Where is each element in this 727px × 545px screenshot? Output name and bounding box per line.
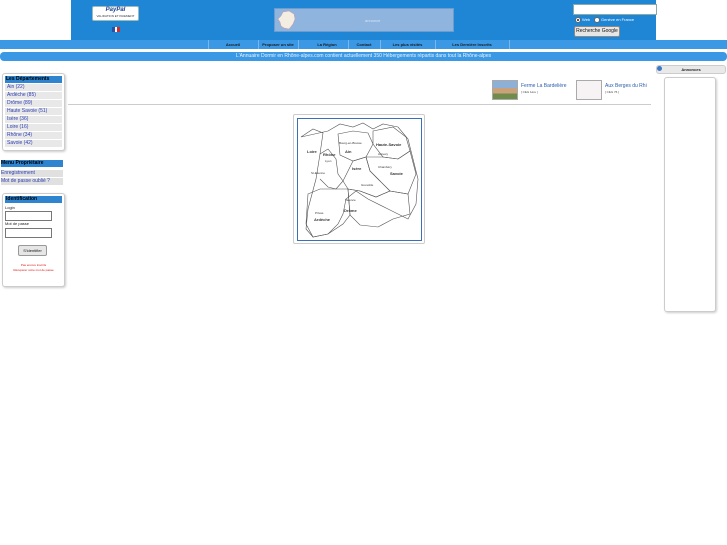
- nav-accueil[interactable]: Accueil: [208, 40, 258, 49]
- map-label-isere[interactable]: Isère: [352, 166, 361, 171]
- border-ain: [337, 130, 374, 162]
- dept-isere[interactable]: Isère (36): [5, 116, 62, 123]
- map-label-rhone[interactable]: Rhône: [323, 152, 335, 157]
- departements-title: Les Départements: [5, 76, 62, 83]
- login-input[interactable]: [5, 211, 52, 221]
- dept-drome[interactable]: Drôme (89): [5, 100, 62, 107]
- info-bar: L'Annuaire Dormir en Rhône-alpes.com con…: [0, 52, 727, 61]
- header-banner[interactable]: annonce: [274, 8, 454, 32]
- login-box: Identification Login Mot de passe S'iden…: [2, 193, 65, 287]
- listing-thumbnail[interactable]: [492, 80, 518, 100]
- radio-site[interactable]: [594, 17, 600, 23]
- map-city-bourg: Bourg-en-Bresse: [339, 141, 362, 145]
- map-label-haute-savoie[interactable]: Haute-Savoie: [376, 142, 401, 147]
- ads-bullet-icon: [657, 66, 662, 71]
- region-map-frame: Loire Rhône Ain Haute-Savoie Isère Savoi…: [293, 114, 425, 244]
- login-label: Login: [5, 205, 15, 210]
- main-nav: Accueil Proposer un site La Région Conta…: [0, 40, 727, 49]
- french-flag-icon[interactable]: [112, 27, 120, 32]
- ads-box: [664, 77, 716, 312]
- border-isere: [342, 156, 391, 198]
- map-label-loire[interactable]: Loire: [307, 149, 317, 154]
- menu-mot-de-passe[interactable]: Mot de passe oublié ?: [1, 178, 63, 185]
- region-map[interactable]: Loire Rhône Ain Haute-Savoie Isère Savoi…: [297, 118, 422, 241]
- nav-separator: [509, 40, 510, 49]
- listing-title[interactable]: Ferme La Bardelière: [521, 83, 567, 89]
- listing-clicks: [ Click 76 ]: [605, 90, 620, 94]
- map-label-savoie[interactable]: Savoie: [390, 171, 403, 176]
- map-label-drome[interactable]: Drôme: [344, 208, 357, 213]
- border-drome: [347, 188, 411, 228]
- dept-ardeche[interactable]: Ardèche (85): [5, 92, 62, 99]
- map-city-privas: Privas: [315, 211, 324, 215]
- map-city-annecy: Annecy: [378, 152, 389, 156]
- map-label-ardeche[interactable]: Ardèche: [314, 217, 330, 222]
- radio-web[interactable]: [575, 17, 581, 23]
- recover-password-link[interactable]: Récupérer votre mot de passe: [3, 268, 64, 272]
- radio-site-label: Genève en France: [601, 17, 635, 22]
- dept-rhone[interactable]: Rhône (34): [5, 132, 62, 139]
- map-city-grenoble: Grenoble: [361, 183, 374, 187]
- menu-enregistrement[interactable]: Enregistrement: [1, 170, 63, 177]
- listing-title[interactable]: Aux Berges du Rhi: [605, 83, 647, 89]
- map-city-valence: Valence: [345, 198, 356, 202]
- map-city-st-etienne: St-Etienne: [311, 171, 326, 175]
- paypal-subtitle: VALIDATION ET PAIEMENT: [96, 14, 135, 18]
- password-input[interactable]: [5, 228, 52, 238]
- listing-clicks: [ Click 1ère ]: [521, 90, 538, 94]
- info-bar-text: L'Annuaire Dormir en Rhône-alpes.com con…: [235, 53, 492, 59]
- login-button[interactable]: S'identifier: [18, 245, 47, 256]
- dept-loire[interactable]: Loire (16): [5, 124, 62, 131]
- login-title: Identification: [5, 196, 62, 203]
- google-search-input[interactable]: [573, 4, 657, 15]
- menu-proprietaire-title: Menu Propriétaire: [1, 160, 63, 167]
- departements-box: Les Départements Ain (22) Ardèche (85) D…: [2, 73, 65, 151]
- map-city-lyon: Lyon: [325, 159, 332, 163]
- dept-ain[interactable]: Ain (22): [5, 84, 62, 91]
- nav-derniers[interactable]: Les Dernière Inscrits: [435, 40, 509, 49]
- register-link[interactable]: Pas encore inscrits: [3, 263, 64, 267]
- paypal-button[interactable]: PayPal VALIDATION ET PAIEMENT: [92, 6, 139, 21]
- radio-web-label: Web: [582, 17, 591, 22]
- listing-divider: [68, 104, 651, 105]
- map-label-ain[interactable]: Ain: [345, 149, 351, 154]
- google-search-button[interactable]: Recherche Google: [574, 26, 620, 37]
- paypal-logo: PayPal: [105, 7, 126, 13]
- dept-haute-savoie[interactable]: Haute Savoie (51): [5, 108, 62, 115]
- france-map-icon: [277, 10, 296, 30]
- banner-text: annonce: [365, 18, 381, 23]
- header: PayPal VALIDATION ET PAIEMENT annonce We…: [71, 0, 657, 40]
- nav-proposer[interactable]: Proposer un site: [258, 40, 298, 49]
- password-label: Mot de passe: [5, 221, 30, 226]
- nav-plus-visites[interactable]: Les plus visités: [380, 40, 435, 49]
- ads-title: Annonces: [656, 65, 726, 74]
- listing-thumbnail[interactable]: [576, 80, 602, 100]
- dept-savoie[interactable]: Savoie (42): [5, 140, 62, 147]
- map-city-chambery: Chambéry: [378, 165, 392, 169]
- nav-contact[interactable]: Contact: [348, 40, 380, 49]
